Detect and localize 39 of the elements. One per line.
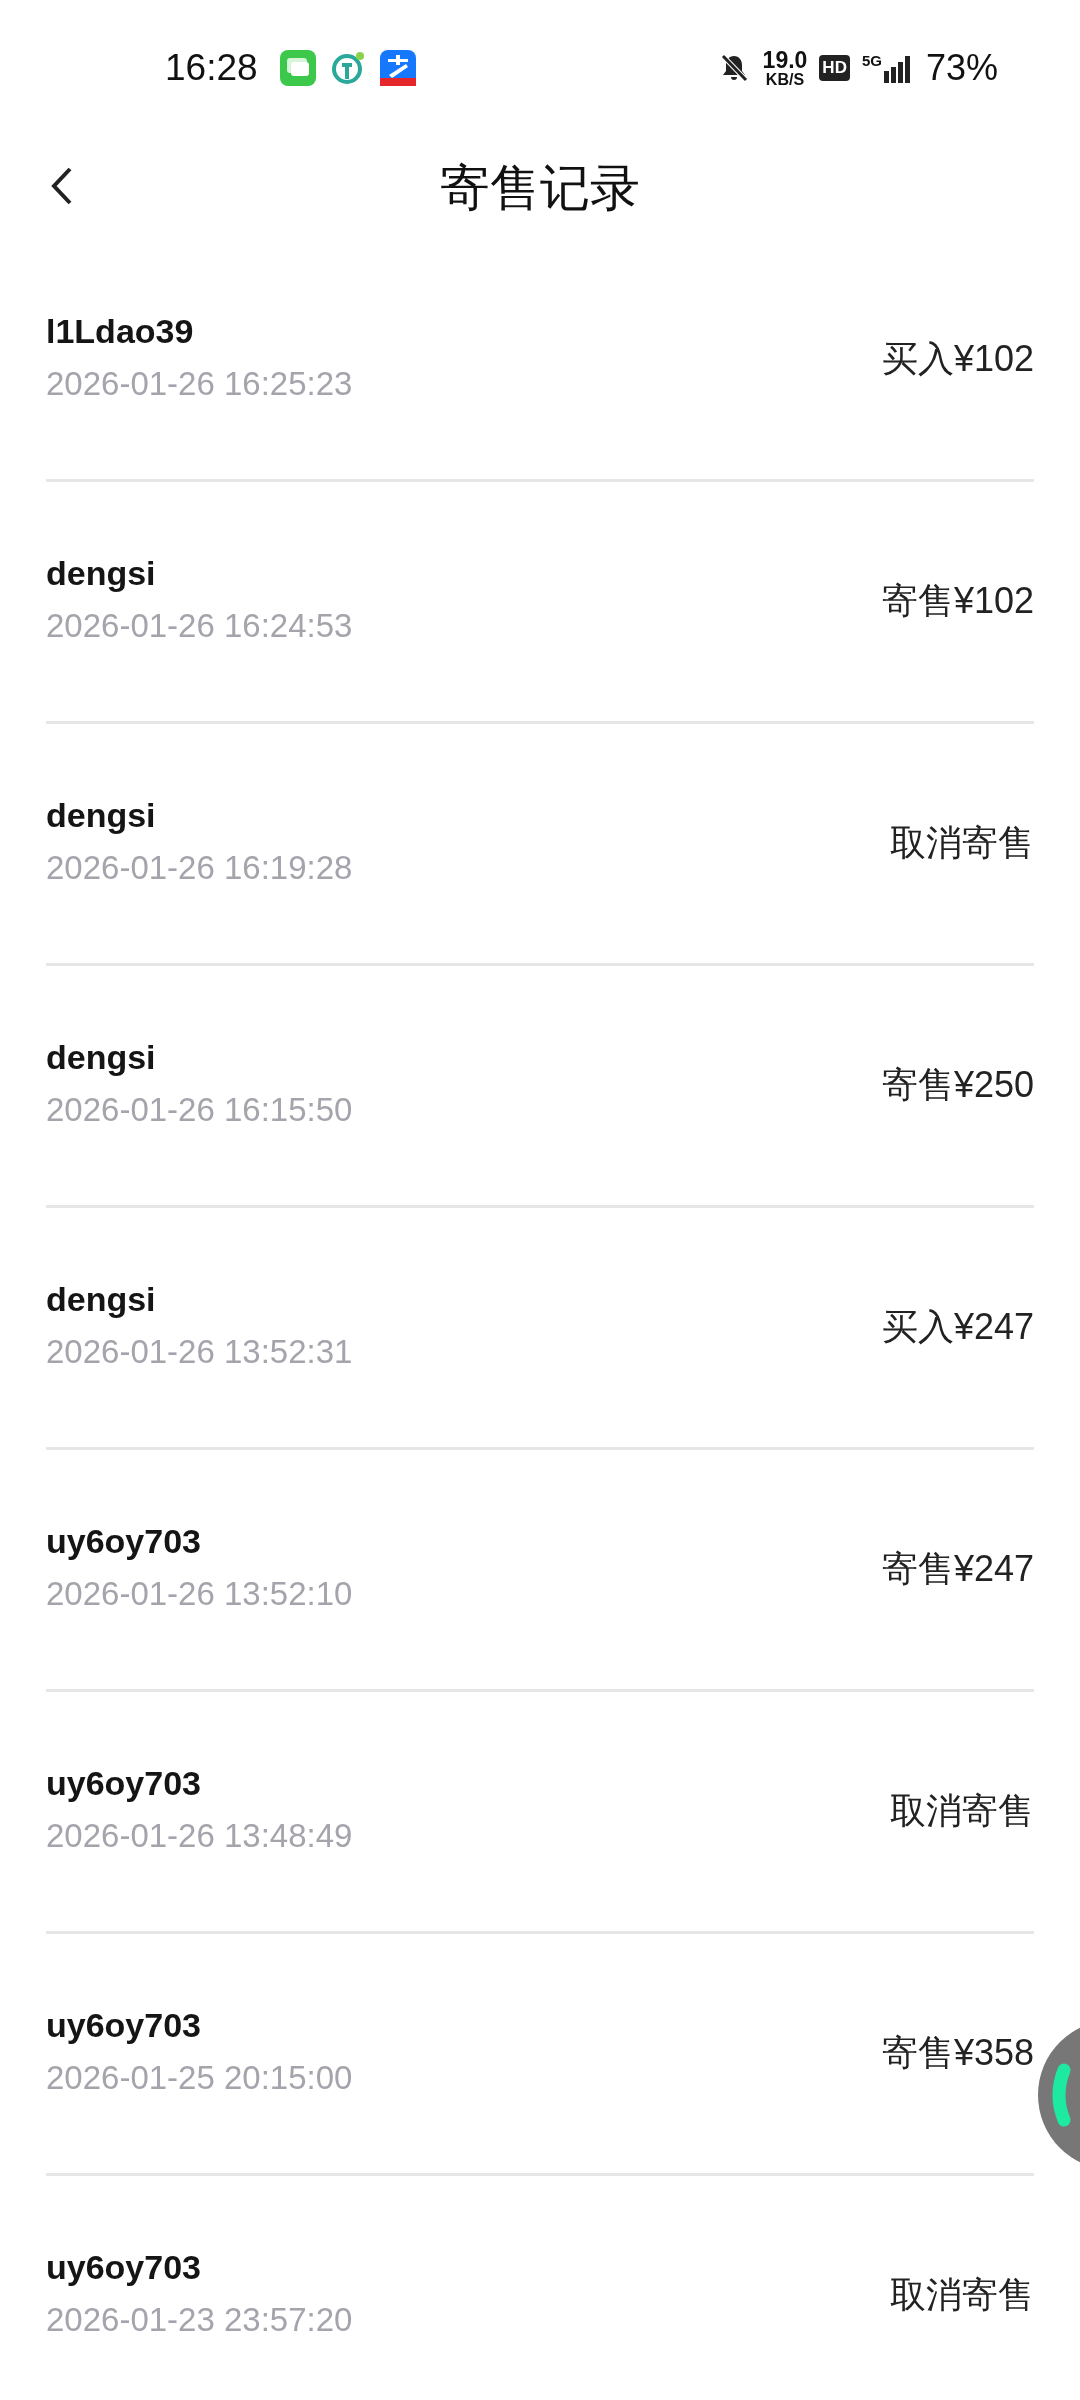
record-time: 2026-01-26 13:52:10 — [46, 1575, 353, 1613]
record-time: 2026-01-26 16:15:50 — [46, 1091, 353, 1129]
status-time: 16:28 — [165, 47, 258, 89]
record-action: 取消寄售 — [890, 821, 1034, 865]
record-time: 2026-01-26 13:48:49 — [46, 1817, 353, 1855]
battery-level: 73% — [925, 47, 998, 89]
user-name: uy6oy703 — [46, 2248, 202, 2287]
record-action: 寄售¥358 — [881, 2031, 1034, 2075]
user-name: l1Ldao39 — [46, 312, 195, 351]
record-action: 寄售¥250 — [881, 1063, 1034, 1107]
record-time: 2026-01-26 16:25:23 — [46, 365, 353, 403]
record-time: 2026-01-26 16:24:53 — [46, 607, 353, 645]
network-speed-unit: KB/S — [765, 71, 805, 88]
record-action: 取消寄售 — [890, 2273, 1034, 2317]
user-name: dengsi — [46, 1038, 157, 1077]
record-action: 买入¥247 — [881, 1305, 1034, 1349]
record-time: 2026-01-25 20:15:00 — [46, 2059, 353, 2097]
user-name: dengsi — [46, 554, 157, 593]
user-name: uy6oy703 — [46, 2006, 202, 2045]
hd-badge: HD — [819, 55, 850, 81]
user-name: uy6oy703 — [46, 1522, 202, 1561]
record-time: 2026-01-23 23:57:20 — [46, 2301, 353, 2339]
page-title: 寄售记录 — [440, 157, 640, 219]
back-icon[interactable] — [50, 166, 74, 206]
user-name: dengsi — [46, 1280, 157, 1319]
record-action: 买入¥102 — [881, 337, 1034, 381]
record-action: 寄售¥102 — [881, 579, 1034, 623]
record-action: 取消寄售 — [890, 1789, 1034, 1833]
network-type: 5G — [861, 51, 882, 69]
message-app-icon — [279, 50, 316, 86]
signal-icon — [883, 53, 912, 83]
record-time: 2026-01-26 13:52:31 — [46, 1333, 353, 1371]
record-time: 2026-01-26 16:19:28 — [46, 849, 353, 887]
bank-app-icon — [329, 50, 366, 86]
payment-app-icon — [379, 50, 416, 86]
network-speed: 19.0 — [762, 48, 808, 72]
user-name: dengsi — [46, 796, 157, 835]
user-name: uy6oy703 — [46, 1764, 202, 1803]
record-action: 寄售¥247 — [881, 1547, 1034, 1591]
